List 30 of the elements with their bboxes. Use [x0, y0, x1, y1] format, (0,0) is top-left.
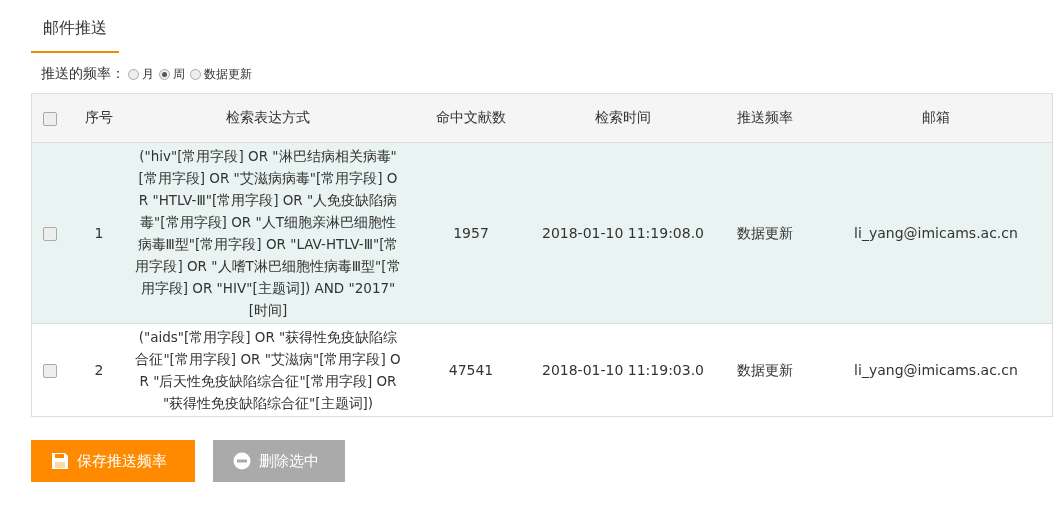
row-checkbox[interactable]: [43, 227, 57, 241]
column-header: 命中文献数: [436, 109, 506, 125]
frequency-label: 推送的频率：: [41, 65, 125, 83]
row-checkbox[interactable]: [43, 364, 57, 378]
radio-button[interactable]: [128, 68, 139, 80]
table-cell: 2: [94, 362, 104, 378]
table-cell: 数据更新: [737, 362, 793, 378]
radio-label[interactable]: 周: [173, 65, 185, 83]
minus-circle-icon: [233, 452, 251, 470]
table-cell: 47541: [448, 362, 494, 378]
column-header: 检索表达方式: [225, 109, 311, 127]
radio-button[interactable]: [190, 68, 201, 80]
radio-label[interactable]: 数据更新: [204, 65, 252, 83]
column-header: 邮箱: [922, 109, 950, 125]
table-cell: li_yang@imicams.ac.cn: [854, 362, 1018, 378]
select-all-checkbox[interactable]: [43, 112, 57, 126]
column-header: 序号: [85, 109, 113, 125]
table-cell: 1: [94, 225, 104, 241]
table-cell-text: ("aids"[常用字段] OR "获得性免疫缺陷综合征"[常用字段] OR "艾滋病"[常用字段] OR "后天性免疫缺陷综合征"[常用字段] OR "获得性免疫缺陷综合征"[主题词]): [134, 328, 402, 413]
table-cell: 数据更新: [737, 225, 793, 241]
radio-button[interactable]: [159, 68, 170, 80]
table-cell-text: ("hiv"[常用字段] OR "淋巴结病相关病毒"[常用字段] OR "艾滋病病毒"[常用字段] OR "HTLV-Ⅲ"[常用字段] OR "人免疫缺陷病毒"[常用字段] OR "人T细胞亲淋巴细胞性病毒Ⅲ型"[常用字段] OR "LAV-HTLV-Ⅲ"[常用字段] OR "人嗜T淋巴细胞性病毒Ⅲ型"[常用字段] OR "HIV"[主题词]) AND "2017"[时间]: [134, 147, 402, 320]
table-cell: li_yang@imicams.ac.cn: [854, 225, 1018, 241]
tab[interactable]: 邮件推送: [31, 12, 119, 53]
table-cell: 2018-01-10 11:19:08.0: [541, 225, 704, 241]
table-cell: 1957: [453, 225, 489, 241]
column-header: 推送频率: [737, 109, 793, 125]
table-cell: 2018-01-10 11:19:03.0: [541, 362, 704, 378]
radio-label[interactable]: 月: [142, 65, 154, 83]
column-header: 检索时间: [595, 109, 651, 125]
